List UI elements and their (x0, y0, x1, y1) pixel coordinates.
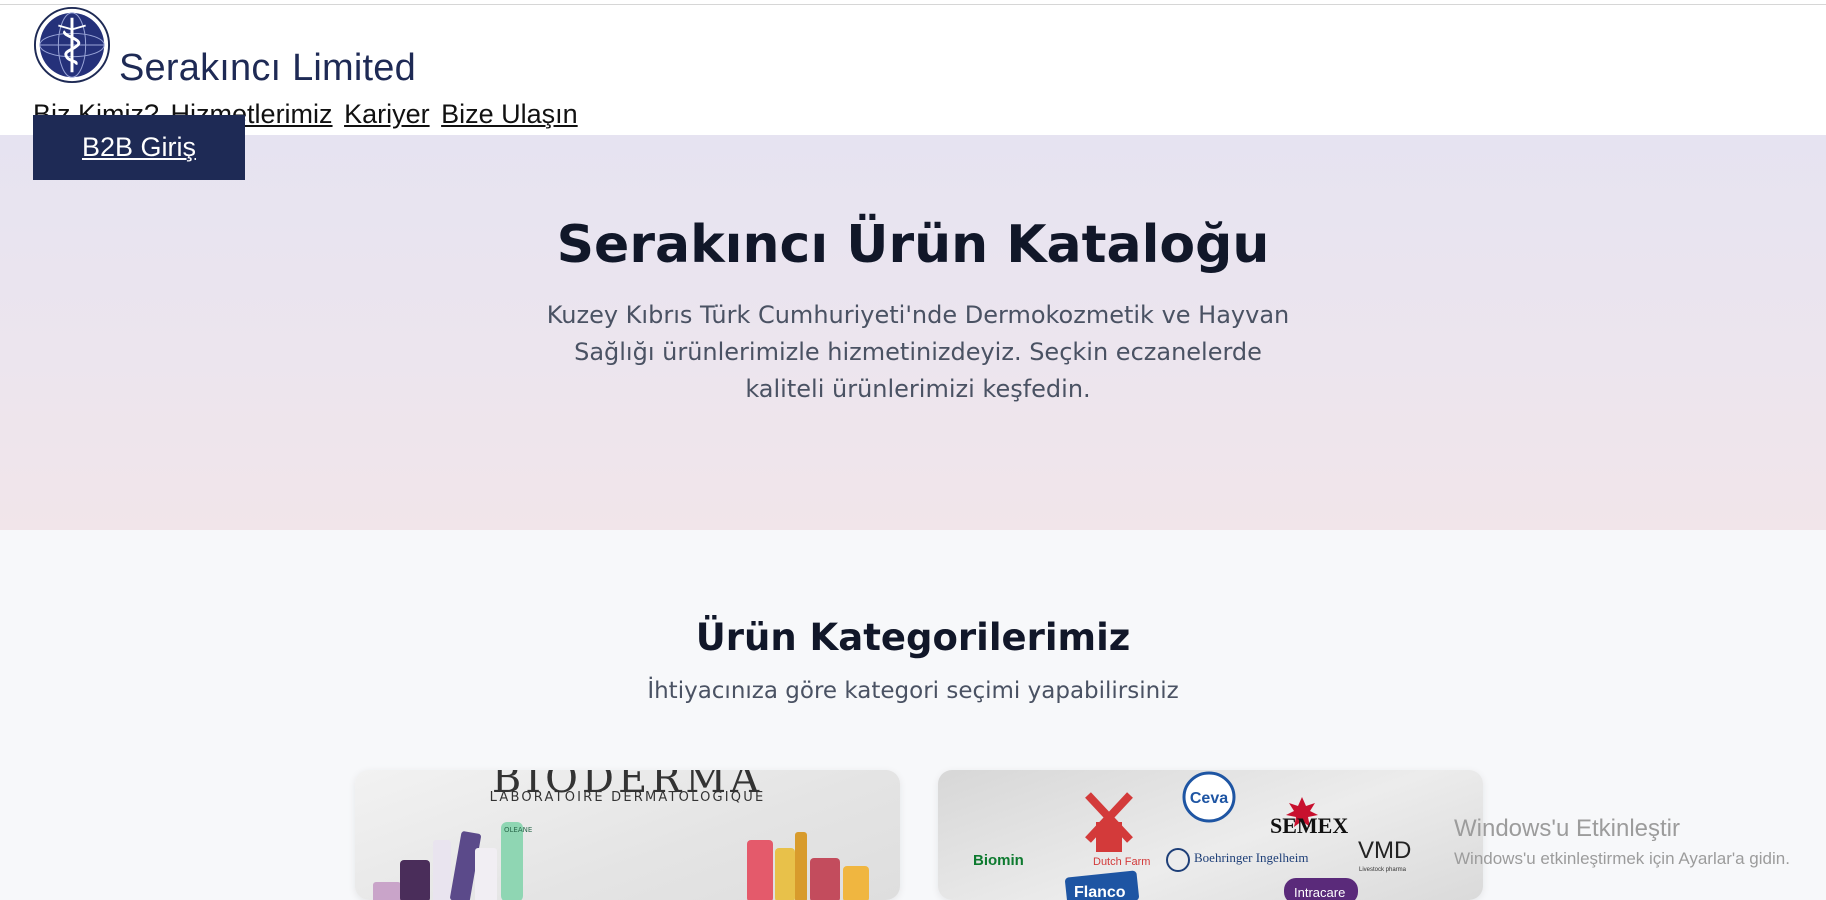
nav-link-contact[interactable]: Bize Ulaşın (441, 99, 578, 129)
categories-subtitle: İhtiyacınıza göre kategori seçimi yapabi… (647, 678, 1179, 704)
flanco-logo: Flanco (1074, 884, 1126, 900)
b2b-login-button[interactable]: B2B Giriş (33, 115, 245, 180)
dutch-farm-logo: Dutch Farm (1093, 856, 1150, 868)
brand-name[interactable]: Serakıncı Limited (119, 47, 416, 90)
windows-activation-watermark: Windows'u Etkinleştir Windows'u etkinleş… (1454, 815, 1790, 869)
watermark-title: Windows'u Etkinleştir (1454, 815, 1680, 842)
nav-link-careers[interactable]: Kariyer (344, 99, 430, 129)
vmd-logo: VMD (1358, 837, 1411, 864)
categories-title: Ürün Kategorilerimiz (695, 616, 1131, 659)
boehringer-logo: Boehringer Ingelheim (1194, 850, 1308, 865)
watermark-text: Windows'u etkinleştirmek için Ayarlar'a … (1454, 849, 1790, 868)
intracare-logo: Intracare (1294, 885, 1345, 900)
semex-logo: SEMEX (1270, 813, 1348, 838)
animal-health-brands-image: Ceva Dutch Farm SEMEX Biomin Boehringer … (973, 771, 1411, 900)
oleane-label: OLEANE (504, 826, 532, 834)
hero-title: Serakıncı Ürün Kataloğu (556, 215, 1270, 275)
biomin-logo: Biomin (973, 852, 1024, 869)
ceva-logo: Ceva (1190, 790, 1228, 807)
hero-section: Serakıncı Ürün Kataloğu Kuzey Kıbrıs Tür… (0, 135, 1826, 530)
vmd-subtitle: Livestock pharma (1359, 867, 1407, 873)
category-card-dermocosmetics[interactable]: BIODERMA LABORATOIRE DERMATOLOGIQUE OLEA… (355, 770, 900, 900)
hero-description: Kuzey Kıbrıs Türk Cumhuriyeti'nde Dermok… (546, 301, 1290, 403)
company-logo[interactable] (33, 6, 111, 84)
category-card-animal-health[interactable]: Ceva Dutch Farm SEMEX Biomin Boehringer … (938, 770, 1483, 900)
site-header: Serakıncı Limited Biz Kimiz? Hizmetlerim… (0, 5, 1826, 135)
bioderma-products-image: OLEANE (373, 822, 869, 900)
